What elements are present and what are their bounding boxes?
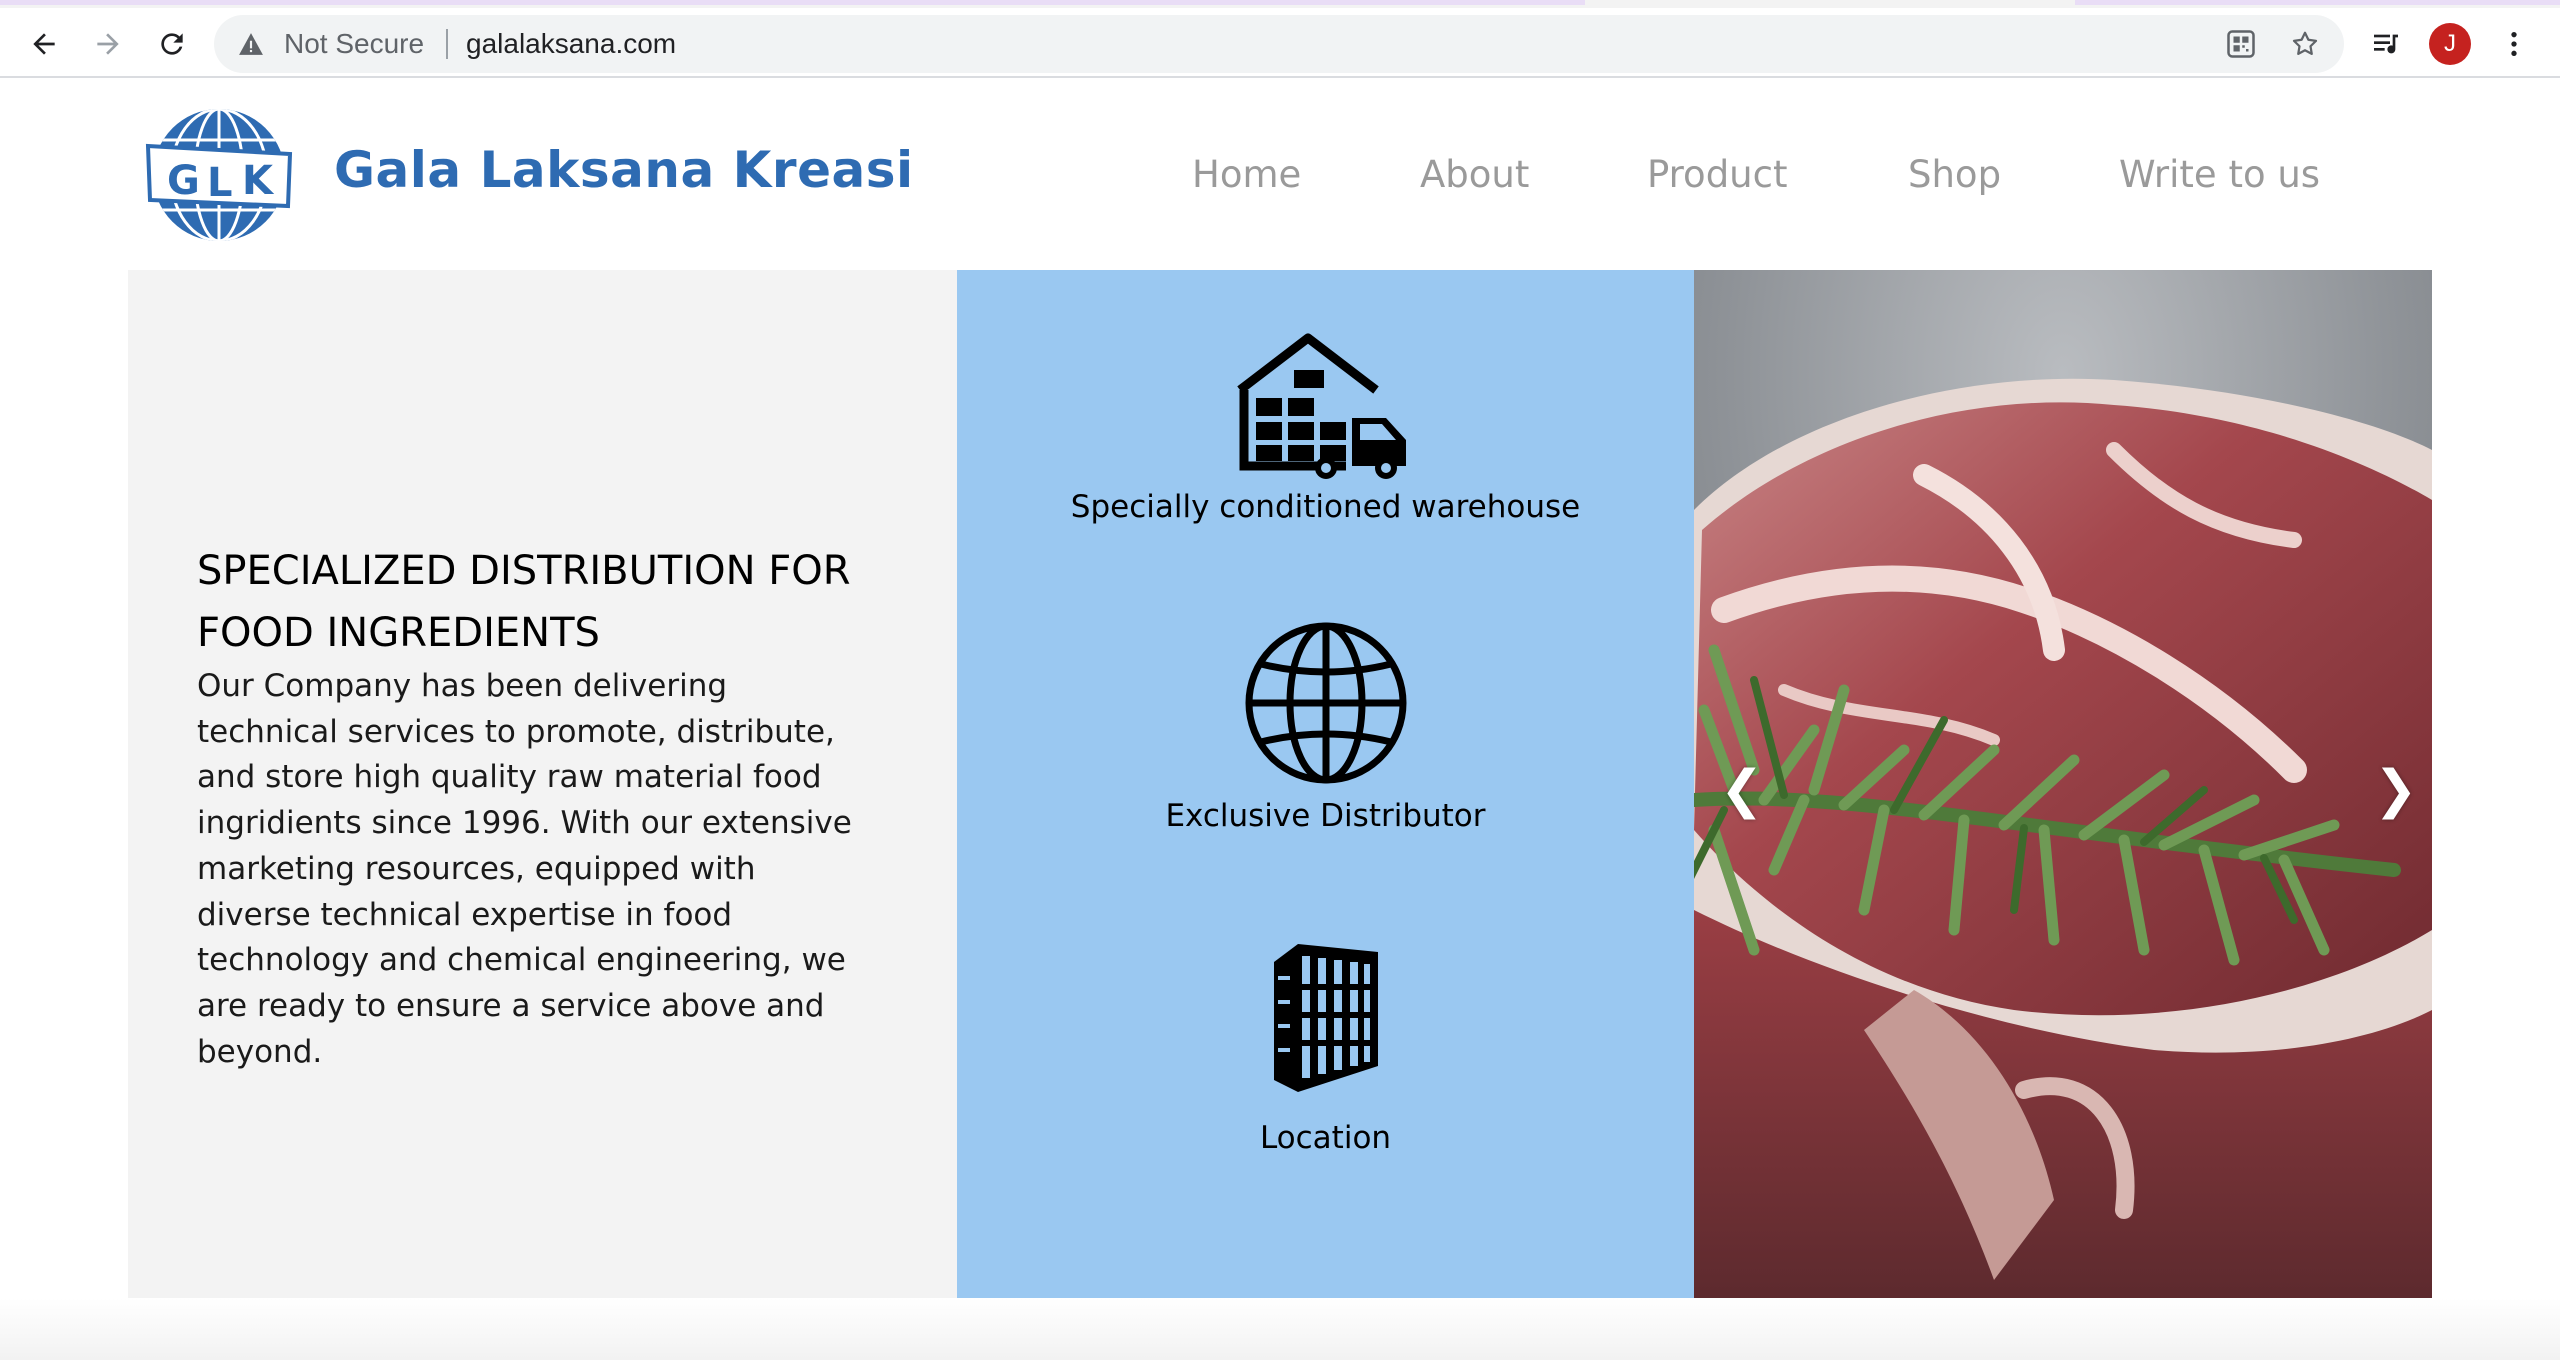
address-bar[interactable]: Not Secure galalaksana.com xyxy=(214,15,2344,73)
hero-description: Our Company has been delivering technica… xyxy=(197,668,852,1070)
warning-triangle-icon xyxy=(239,33,263,55)
reload-button[interactable] xyxy=(146,18,198,70)
back-button[interactable] xyxy=(18,18,70,70)
tab-strip xyxy=(0,0,2560,8)
qr-code-button[interactable] xyxy=(2224,27,2258,61)
nav-home[interactable]: Home xyxy=(1192,148,1301,202)
avatar: J xyxy=(2429,23,2471,65)
hero-title: SPECIALIZED DISTRIBUTION FOR FOOD INGRED… xyxy=(197,548,851,656)
intro-panel: SPECIALIZED DISTRIBUTION FOR FOOD INGRED… xyxy=(128,270,957,1298)
qr-code-icon xyxy=(2227,30,2255,58)
carousel-prev-button[interactable]: ❮ xyxy=(1720,760,1764,820)
hero-carousel[interactable]: ❮ ❯ xyxy=(1694,270,2432,1298)
reload-icon xyxy=(161,33,183,55)
url-text[interactable]: galalaksana.com xyxy=(466,27,676,61)
feature-distributor-label: Exclusive Distributor xyxy=(1165,798,1486,834)
nav-write-to-us[interactable]: Write to us xyxy=(2119,148,2320,202)
features-panel: Specially conditioned warehouse Exclusiv… xyxy=(957,270,1694,1298)
building-icon xyxy=(1273,944,1378,1092)
forward-button[interactable] xyxy=(82,18,134,70)
warehouse-truck-icon xyxy=(1236,333,1406,479)
feature-distributor: Exclusive Distributor xyxy=(957,570,1694,870)
steak-rosemary-photo xyxy=(1694,270,2432,1298)
feature-warehouse: Specially conditioned warehouse xyxy=(957,270,1694,570)
active-tab-highlight xyxy=(0,0,1585,5)
media-queue-icon xyxy=(2374,34,2398,54)
globe-icon xyxy=(1245,622,1406,784)
nav-shop[interactable]: Shop xyxy=(1908,148,2001,202)
security-label[interactable]: Not Secure xyxy=(284,27,424,61)
arrow-left-icon xyxy=(33,33,55,55)
page-bottom xyxy=(0,1298,2560,1360)
browser-toolbar: Not Secure galalaksana.com J xyxy=(0,8,2560,78)
main-nav: Home About Product Shop Write to us xyxy=(0,148,2560,202)
nav-about[interactable]: About xyxy=(1420,148,1529,202)
nav-product[interactable]: Product xyxy=(1647,148,1787,202)
feature-location: Location xyxy=(957,940,1694,1240)
feature-warehouse-label: Specially conditioned warehouse xyxy=(1070,489,1581,525)
browser-menu-button[interactable] xyxy=(2488,18,2540,70)
bookmark-button[interactable] xyxy=(2288,27,2322,61)
media-queue-button[interactable] xyxy=(2360,18,2412,70)
address-separator xyxy=(446,29,448,59)
star-icon xyxy=(2292,31,2318,55)
feature-location-label: Location xyxy=(1259,1120,1392,1156)
carousel-next-button[interactable]: ❯ xyxy=(2374,760,2418,820)
arrow-right-icon xyxy=(97,33,119,55)
profile-button[interactable]: J xyxy=(2424,18,2476,70)
tab-highlight xyxy=(2075,0,2560,5)
kebab-menu-icon xyxy=(2511,32,2517,56)
